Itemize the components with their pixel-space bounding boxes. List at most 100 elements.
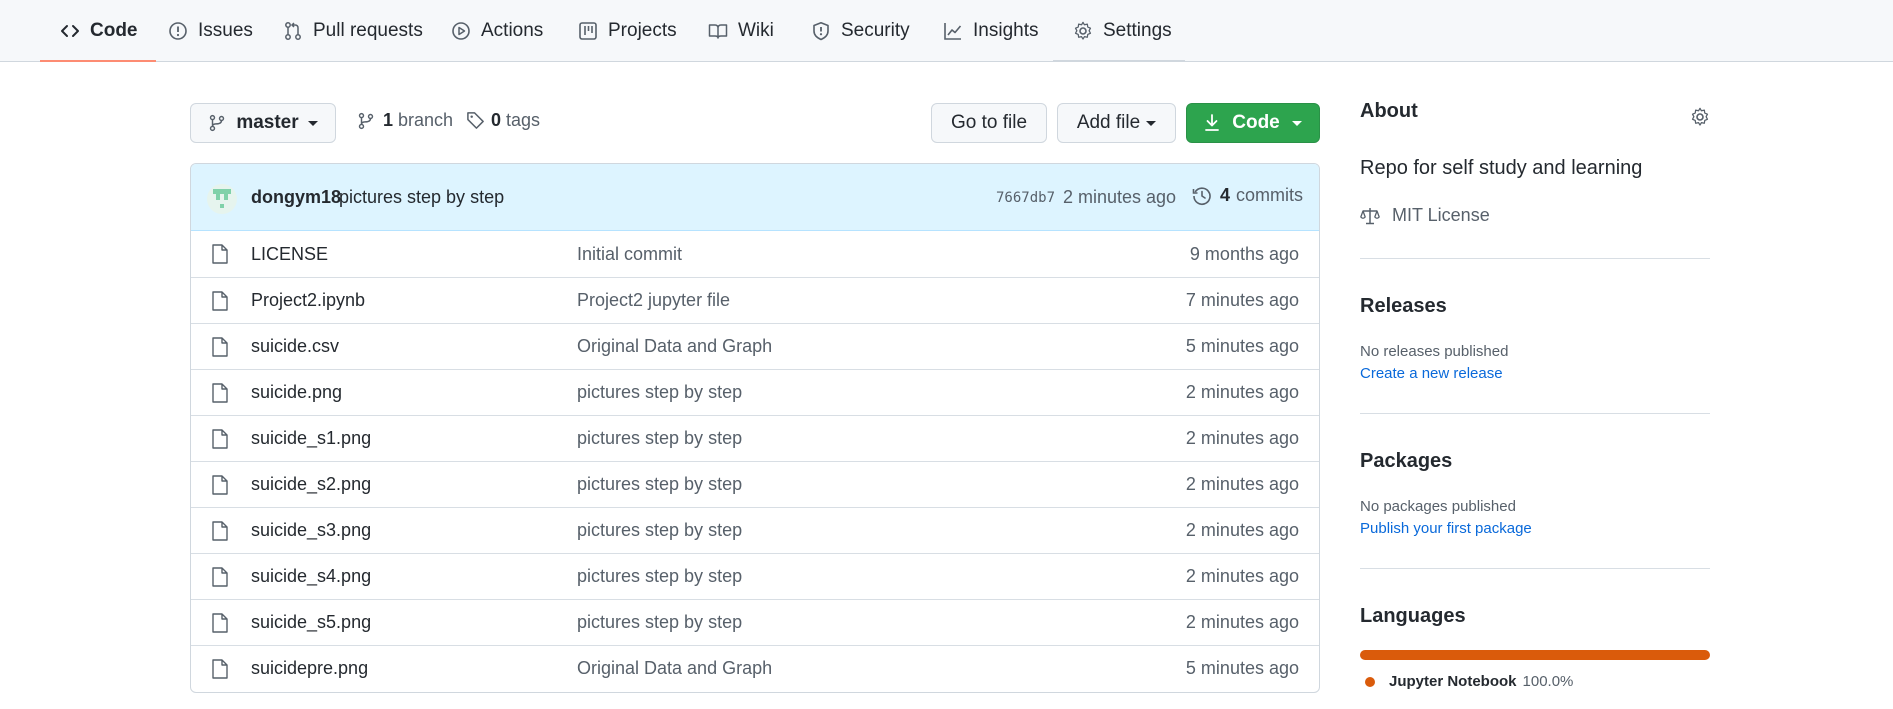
file-row[interactable]: Project2.ipynb Project2 jupyter file 7 m… bbox=[191, 277, 1319, 323]
file-row[interactable]: suicide_s4.png pictures step by step 2 m… bbox=[191, 553, 1319, 599]
tab-projects[interactable]: Projects bbox=[578, 0, 677, 62]
avatar[interactable] bbox=[207, 184, 237, 214]
tab-label: Code bbox=[90, 20, 138, 41]
file-age: 2 minutes ago bbox=[1185, 612, 1299, 632]
tab-actions[interactable]: Actions bbox=[451, 0, 543, 62]
file-icon bbox=[212, 244, 228, 264]
tab-settings[interactable]: Settings bbox=[1073, 0, 1172, 62]
publish-package-link[interactable]: Publish your first package bbox=[1360, 520, 1532, 537]
languages-title: Languages bbox=[1360, 605, 1466, 627]
file-name[interactable]: suicide_s5.png bbox=[251, 612, 371, 633]
file-icon bbox=[212, 429, 228, 449]
file-age: 5 minutes ago bbox=[1185, 336, 1299, 356]
play-icon bbox=[451, 21, 471, 41]
file-icon bbox=[212, 613, 228, 633]
file-row[interactable]: suicide_s1.png pictures step by step 2 m… bbox=[191, 415, 1319, 461]
file-icon bbox=[212, 383, 228, 403]
file-name[interactable]: suicide.csv bbox=[251, 336, 339, 357]
file-name[interactable]: LICENSE bbox=[251, 244, 328, 265]
language-bar bbox=[1360, 650, 1710, 660]
file-age: 2 minutes ago bbox=[1185, 520, 1299, 540]
file-commit-message[interactable]: Original Data and Graph bbox=[577, 658, 772, 679]
file-commit-message[interactable]: Initial commit bbox=[577, 244, 682, 265]
tags-link[interactable]: 0 tags bbox=[466, 110, 540, 131]
tab-label: Wiki bbox=[738, 20, 774, 41]
language-item[interactable]: Jupyter Notebook 100.0% bbox=[1365, 673, 1573, 690]
code-button-label: Code bbox=[1232, 112, 1280, 133]
file-browser: dongym18 pictures step by step 7667db7 2… bbox=[190, 163, 1320, 693]
tab-code[interactable]: Code bbox=[40, 0, 155, 62]
divider bbox=[1360, 413, 1710, 414]
go-to-file-button[interactable]: Go to file bbox=[931, 103, 1047, 143]
releases-empty-text: No releases published bbox=[1360, 343, 1509, 360]
tab-issues[interactable]: Issues bbox=[168, 0, 253, 62]
gear-icon bbox=[1073, 21, 1093, 41]
file-age: 2 minutes ago bbox=[1185, 474, 1299, 494]
file-icon bbox=[212, 337, 228, 357]
file-commit-message[interactable]: pictures step by step bbox=[577, 612, 742, 633]
commits-link[interactable]: 4 commits bbox=[1192, 185, 1303, 206]
book-icon bbox=[708, 21, 728, 41]
create-release-link[interactable]: Create a new release bbox=[1360, 365, 1503, 382]
branch-icon bbox=[210, 114, 225, 132]
license-link[interactable]: MIT License bbox=[1360, 205, 1490, 226]
tab-label: Issues bbox=[198, 20, 253, 41]
file-commit-message[interactable]: Project2 jupyter file bbox=[577, 290, 730, 311]
file-commit-message[interactable]: Original Data and Graph bbox=[577, 336, 772, 357]
tab-label: Settings bbox=[1103, 20, 1172, 41]
graph-icon bbox=[943, 21, 963, 41]
issue-icon bbox=[168, 21, 188, 41]
code-icon bbox=[60, 21, 80, 41]
commit-author[interactable]: dongym18 bbox=[251, 187, 341, 208]
file-name[interactable]: suicide.png bbox=[251, 382, 342, 403]
add-file-button[interactable]: Add file bbox=[1057, 103, 1176, 143]
file-row[interactable]: suicide.csv Original Data and Graph 5 mi… bbox=[191, 323, 1319, 369]
file-name[interactable]: suicidepre.png bbox=[251, 658, 368, 679]
file-commit-message[interactable]: pictures step by step bbox=[577, 474, 742, 495]
commit-time: 2 minutes ago bbox=[1063, 187, 1177, 207]
tag-count: 0 bbox=[491, 110, 502, 130]
pull-request-icon bbox=[283, 21, 303, 41]
download-icon bbox=[1205, 114, 1220, 131]
file-icon bbox=[212, 521, 228, 541]
shield-icon bbox=[811, 21, 831, 41]
file-name[interactable]: suicide_s1.png bbox=[251, 428, 371, 449]
file-row[interactable]: suicide_s2.png pictures step by step 2 m… bbox=[191, 461, 1319, 507]
file-age: 9 months ago bbox=[1189, 243, 1299, 264]
file-row[interactable]: suicide_s3.png pictures step by step 2 m… bbox=[191, 507, 1319, 553]
commit-sha[interactable]: 7667db7 bbox=[996, 190, 1055, 206]
branch-icon bbox=[358, 112, 374, 129]
file-row[interactable]: suicide.png pictures step by step 2 minu… bbox=[191, 369, 1319, 415]
file-name[interactable]: suicide_s4.png bbox=[251, 566, 371, 587]
add-file-label: Add file bbox=[1076, 112, 1141, 133]
branches-link[interactable]: 1 branch bbox=[357, 110, 453, 131]
tab-security[interactable]: Security bbox=[811, 0, 910, 62]
packages-title[interactable]: Packages bbox=[1360, 450, 1452, 473]
tab-pull-requests[interactable]: Pull requests bbox=[283, 0, 423, 62]
file-row[interactable]: suicide_s5.png pictures step by step 2 m… bbox=[191, 599, 1319, 645]
releases-title[interactable]: Releases bbox=[1360, 295, 1447, 318]
file-commit-message[interactable]: pictures step by step bbox=[577, 382, 742, 403]
file-row[interactable]: suicidepre.png Original Data and Graph 5… bbox=[191, 645, 1319, 691]
file-name[interactable]: Project2.ipynb bbox=[251, 290, 365, 311]
code-download-button[interactable]: Code bbox=[1186, 103, 1320, 143]
file-name[interactable]: suicide_s2.png bbox=[251, 474, 371, 495]
file-age: 5 minutes ago bbox=[1185, 658, 1299, 678]
branch-select-button[interactable]: master bbox=[190, 103, 336, 143]
commit-count-label: commits bbox=[1236, 185, 1304, 205]
commit-message[interactable]: pictures step by step bbox=[339, 187, 504, 208]
tab-wiki[interactable]: Wiki bbox=[708, 0, 774, 62]
license-name: MIT License bbox=[1392, 205, 1490, 225]
branch-name: master bbox=[236, 112, 299, 133]
file-name[interactable]: suicide_s3.png bbox=[251, 520, 371, 541]
repo-description: Repo for self study and learning bbox=[1360, 157, 1643, 179]
file-commit-message[interactable]: pictures step by step bbox=[577, 566, 742, 587]
branch-count-label: branch bbox=[398, 110, 454, 130]
file-row[interactable]: LICENSE Initial commit 9 months ago bbox=[191, 231, 1319, 277]
file-age: 2 minutes ago bbox=[1185, 428, 1299, 448]
law-icon bbox=[1360, 207, 1380, 224]
tab-insights[interactable]: Insights bbox=[943, 0, 1038, 62]
gear-icon[interactable] bbox=[1690, 107, 1710, 127]
file-commit-message[interactable]: pictures step by step bbox=[577, 428, 742, 449]
file-commit-message[interactable]: pictures step by step bbox=[577, 520, 742, 541]
